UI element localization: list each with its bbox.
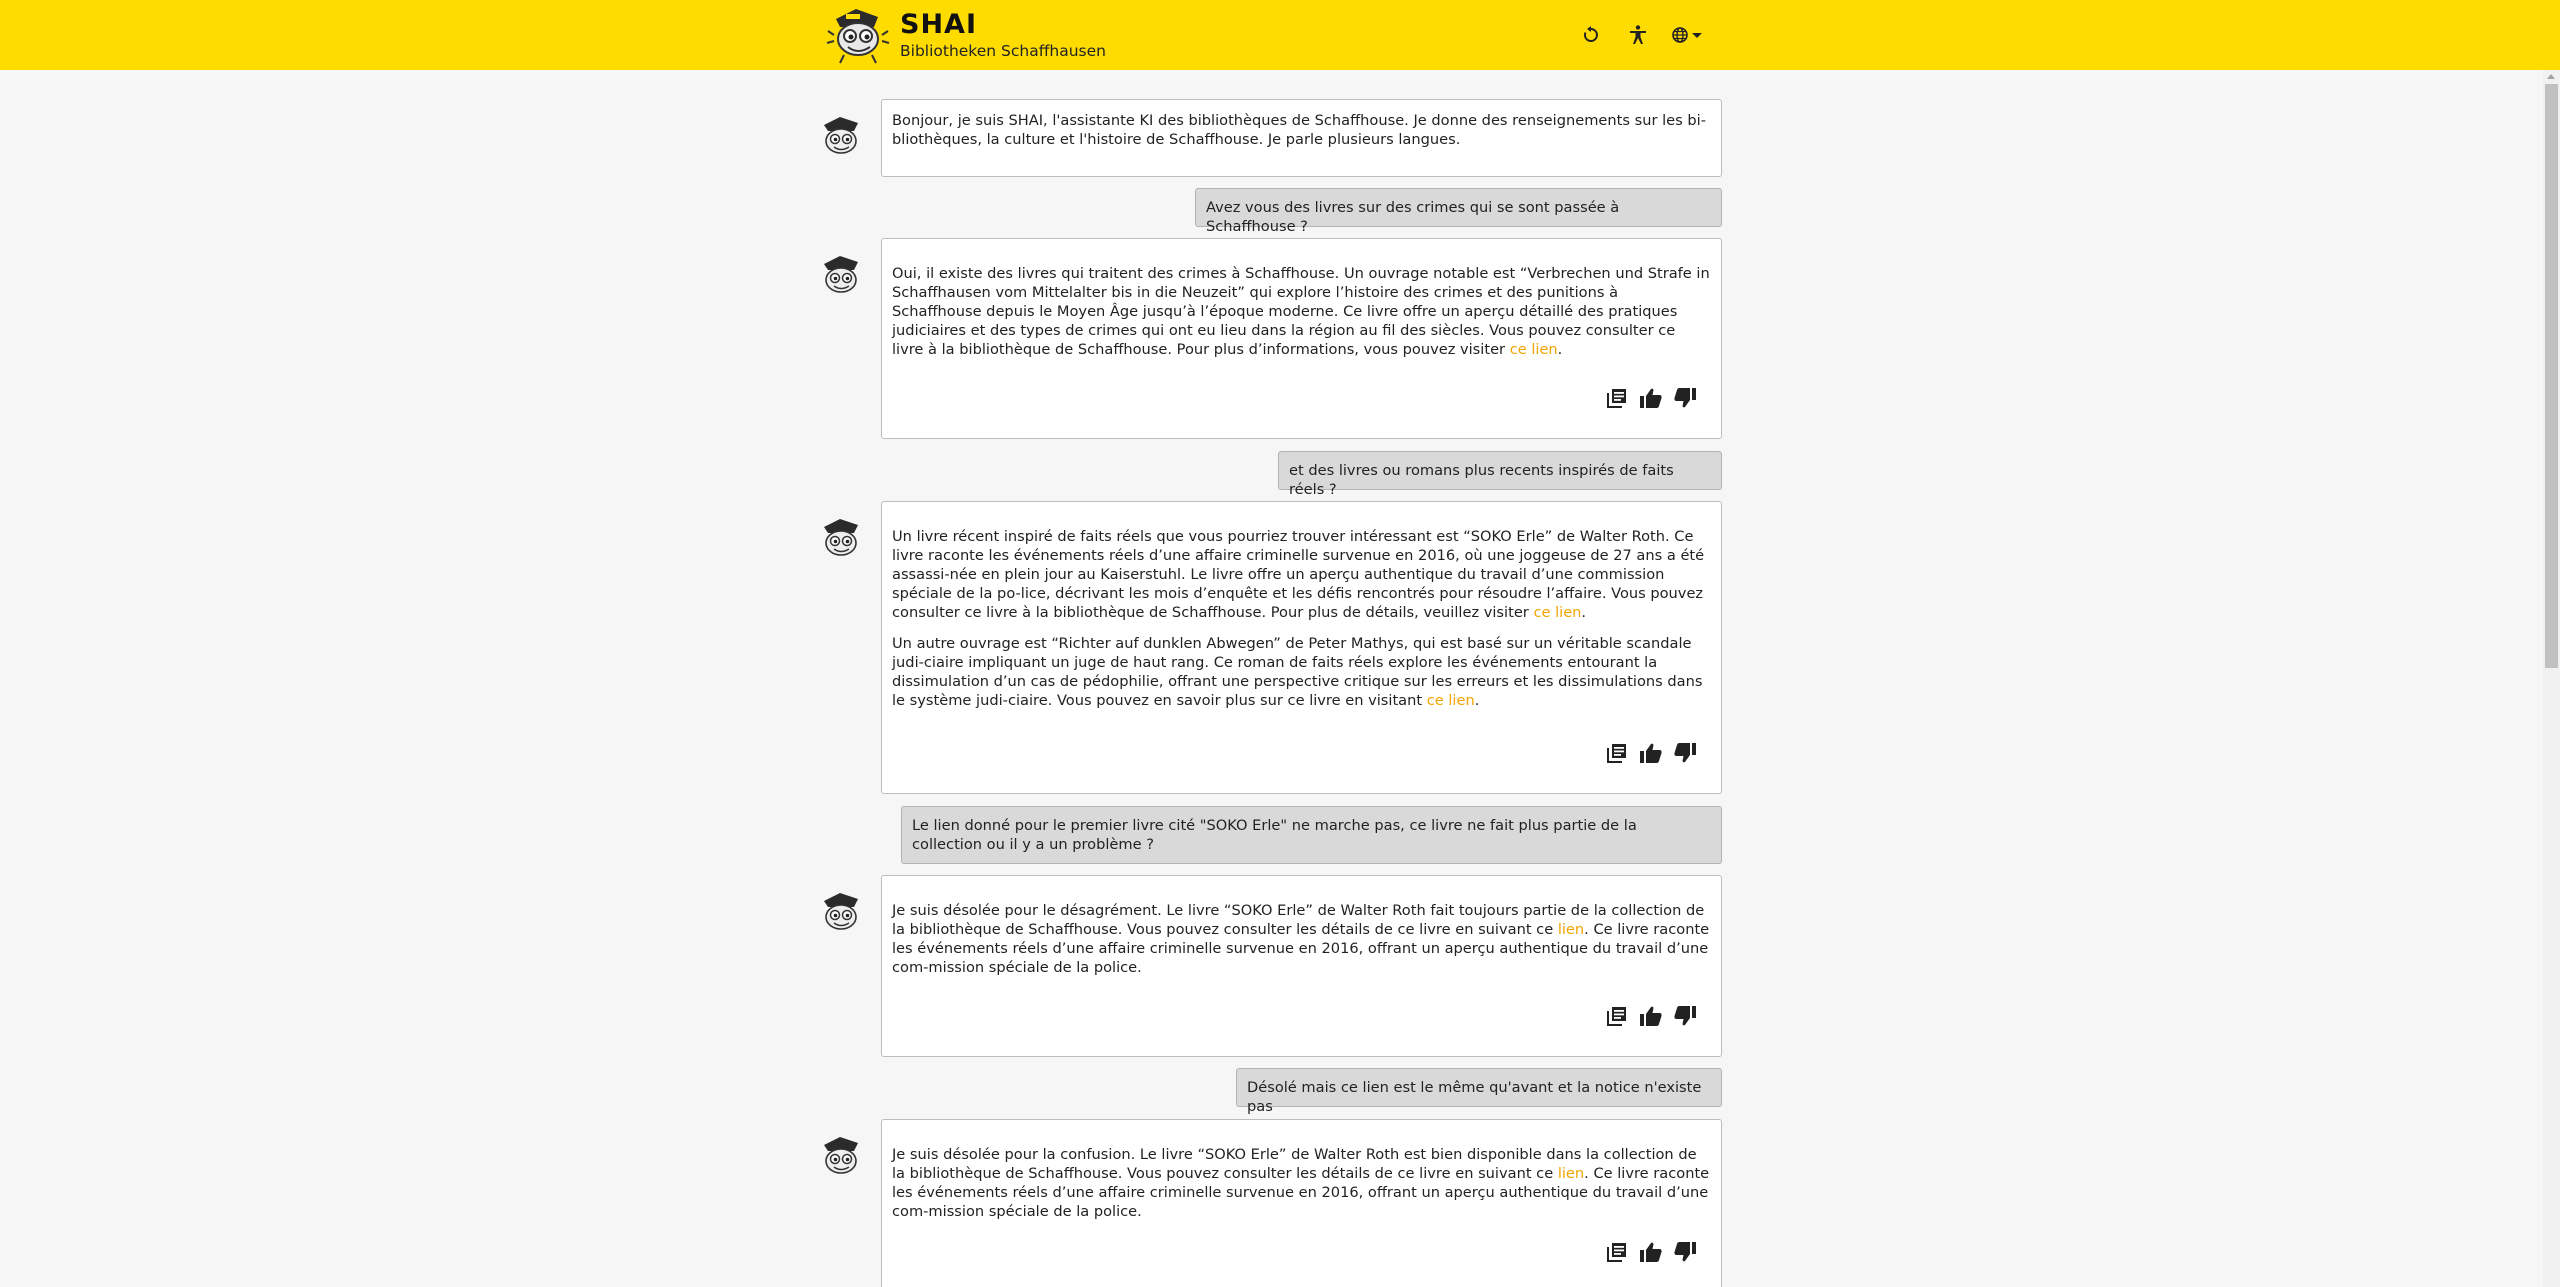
message-actions	[1595, 1240, 1697, 1264]
message-text: Bonjour, je suis SHAI, l'assistante KI d…	[892, 112, 1706, 148]
thumbs-up-icon[interactable]	[1639, 1240, 1663, 1264]
assistant-avatar	[824, 1137, 858, 1174]
message-actions	[1595, 1004, 1697, 1028]
app-subtitle: Bibliotheken Schaffhausen	[900, 41, 1106, 60]
scroll-up-arrow-icon[interactable]	[2547, 74, 2555, 79]
message-text: Un autre ouvrage est “Richter auf dunkle…	[892, 635, 1703, 709]
assistant-message: Je suis désolée pour le désagrément. Le …	[881, 875, 1722, 1057]
thumbs-down-icon[interactable]	[1673, 1240, 1697, 1264]
assistant-message: Oui, il existe des livres qui traitent d…	[881, 238, 1722, 439]
assistant-message: Un livre récent inspiré de faits réels q…	[881, 501, 1722, 794]
user-message: Le lien donné pour le premier livre cité…	[901, 806, 1722, 864]
book-link[interactable]: ce lien	[1510, 341, 1558, 358]
sources-icon[interactable]	[1605, 1240, 1629, 1264]
book-link[interactable]: ce lien	[1533, 604, 1581, 621]
reset-icon[interactable]	[1576, 20, 1606, 50]
user-message: et des livres ou romans plus recents ins…	[1278, 451, 1722, 498]
shai-mascot-logo	[826, 9, 890, 64]
assistant-avatar	[824, 519, 858, 556]
assistant-message: Je suis désolée pour la confusion. Le li…	[881, 1119, 1722, 1287]
message-text: Je suis désolée pour le désagrément. Le …	[892, 902, 1710, 976]
message-actions	[1595, 386, 1697, 410]
thumbs-down-icon[interactable]	[1673, 741, 1697, 765]
thumbs-up-icon[interactable]	[1639, 1004, 1663, 1028]
scrollbar-thumb[interactable]	[2545, 84, 2558, 668]
top-bar: SHAI Bibliotheken Schaffhausen	[0, 0, 2560, 70]
sources-icon[interactable]	[1605, 386, 1629, 410]
message-text: et des livres ou romans plus recents ins…	[1289, 462, 1674, 498]
book-link[interactable]: lien	[1558, 921, 1584, 938]
app-title: SHAI	[900, 8, 977, 40]
sources-icon[interactable]	[1605, 1004, 1629, 1028]
book-link[interactable]: lien	[1558, 1165, 1584, 1182]
chevron-down-icon	[1692, 32, 1702, 38]
globe-icon	[1670, 20, 1690, 50]
thumbs-up-icon[interactable]	[1639, 741, 1663, 765]
accessibility-icon[interactable]	[1623, 20, 1653, 50]
language-selector[interactable]	[1670, 20, 1702, 50]
message-text: Avez vous des livres sur des crimes qui …	[1206, 199, 1620, 235]
assistant-avatar	[824, 893, 858, 930]
user-message: Avez vous des livres sur des crimes qui …	[1195, 188, 1722, 235]
message-text: Un livre récent inspiré de faits réels q…	[892, 528, 1705, 621]
message-actions	[1595, 741, 1697, 765]
message-text: Je suis désolée pour la confusion. Le li…	[892, 1146, 1710, 1220]
sources-icon[interactable]	[1605, 741, 1629, 765]
message-text: Désolé mais ce lien est le même qu'avant…	[1247, 1079, 1702, 1115]
brand[interactable]: SHAI Bibliotheken Schaffhausen	[826, 4, 1106, 66]
user-message: Désolé mais ce lien est le même qu'avant…	[1236, 1068, 1722, 1115]
thumbs-up-icon[interactable]	[1639, 386, 1663, 410]
thumbs-down-icon[interactable]	[1673, 386, 1697, 410]
message-text: Le lien donné pour le premier livre cité…	[912, 817, 1637, 853]
header-actions	[1576, 20, 1702, 50]
message-text: Oui, il existe des livres qui traitent d…	[892, 265, 1710, 358]
assistant-message: Bonjour, je suis SHAI, l'assistante KI d…	[881, 99, 1722, 177]
assistant-avatar	[824, 117, 858, 154]
book-link[interactable]: ce lien	[1427, 692, 1475, 709]
assistant-avatar	[824, 256, 858, 293]
thumbs-down-icon[interactable]	[1673, 1004, 1697, 1028]
